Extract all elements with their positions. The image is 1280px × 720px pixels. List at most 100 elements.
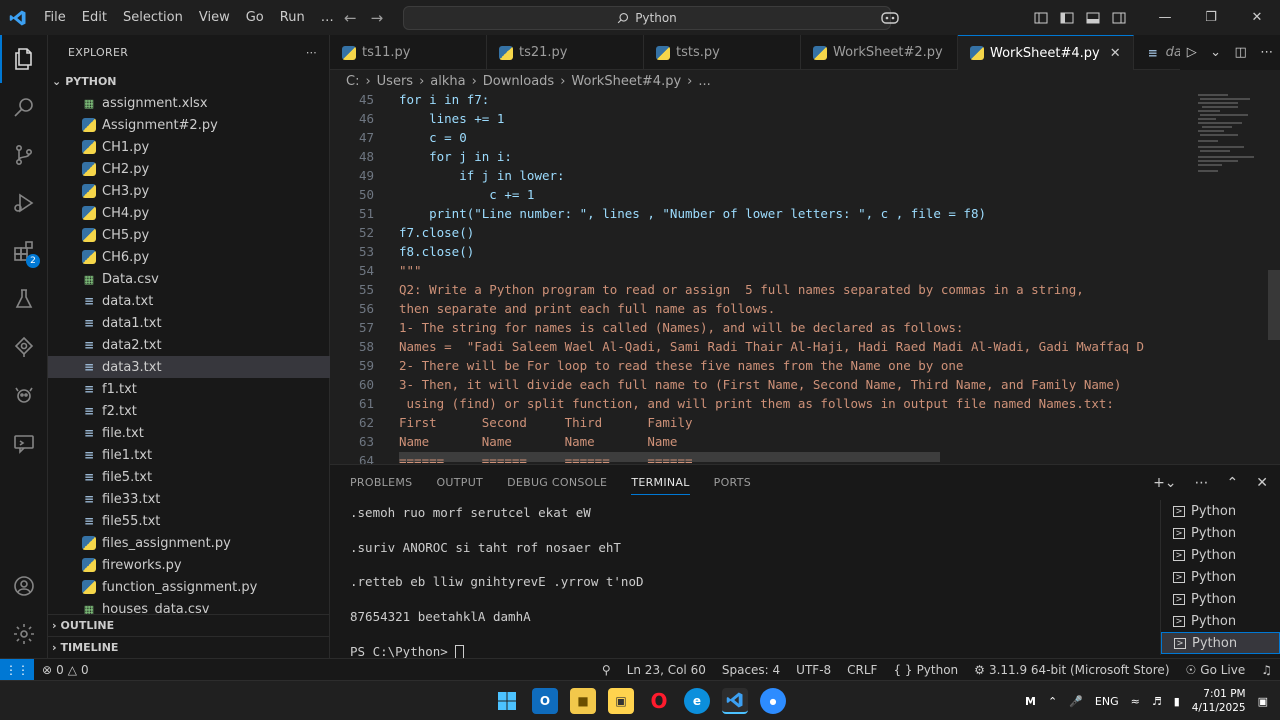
account-icon[interactable] bbox=[0, 562, 48, 610]
volume-icon[interactable]: ♬ bbox=[1152, 695, 1162, 708]
editor-tab[interactable]: ts11.py bbox=[330, 35, 487, 70]
chat-icon[interactable] bbox=[0, 419, 48, 467]
settings-gear-icon[interactable] bbox=[0, 610, 48, 658]
remote-indicator-icon[interactable]: ⋮⋮ bbox=[0, 658, 34, 681]
terminal-instance[interactable]: > Python bbox=[1161, 632, 1280, 654]
file-item[interactable]: function_assignment.py bbox=[48, 576, 330, 598]
command-center-search[interactable]: Python bbox=[403, 6, 891, 30]
breadcrumb-item[interactable]: Downloads bbox=[483, 74, 554, 89]
new-terminal-icon[interactable]: +⌄ bbox=[1153, 475, 1176, 491]
run-debug-icon[interactable] bbox=[0, 179, 48, 227]
file-item[interactable]: ▦ assignment.xlsx bbox=[48, 92, 330, 114]
timeline-section[interactable]: › TIMELINE bbox=[48, 636, 330, 658]
microphone-icon[interactable]: 🎤 bbox=[1069, 695, 1083, 708]
file-item[interactable]: CH1.py bbox=[48, 136, 330, 158]
file-item[interactable]: ≡ data1.txt bbox=[48, 312, 330, 334]
close-window-icon[interactable]: ✕ bbox=[1234, 0, 1280, 35]
notifications-bell-icon[interactable]: ♫ bbox=[1253, 663, 1280, 677]
breadcrumb-item[interactable]: Users bbox=[377, 74, 413, 89]
line-ending[interactable]: CRLF bbox=[839, 663, 885, 677]
outlook-icon[interactable]: O bbox=[532, 688, 558, 714]
terminal-instance[interactable]: > Python bbox=[1161, 522, 1280, 544]
chevron-down-icon[interactable]: ⌄ bbox=[1210, 45, 1221, 60]
more-actions-icon[interactable]: ⋯ bbox=[1260, 45, 1273, 60]
forward-arrow-icon[interactable]: → bbox=[371, 9, 384, 27]
file-item[interactable]: files_assignment.py bbox=[48, 532, 330, 554]
panel-tab-problems[interactable]: PROBLEMS bbox=[350, 476, 412, 489]
terminal-instance[interactable]: > Python bbox=[1161, 500, 1280, 522]
notification-icon[interactable]: ▣ bbox=[1258, 695, 1268, 708]
file-item[interactable]: CH4.py bbox=[48, 202, 330, 224]
file-item[interactable]: ≡ file5.txt bbox=[48, 466, 330, 488]
explorer-icon[interactable] bbox=[0, 35, 48, 83]
encoding[interactable]: UTF-8 bbox=[788, 663, 839, 677]
editor-scrollbar[interactable] bbox=[1268, 270, 1280, 340]
file-item[interactable]: CH6.py bbox=[48, 246, 330, 268]
tray-chevron-up-icon[interactable]: ⌃ bbox=[1048, 695, 1057, 708]
customize-layout-icon[interactable] bbox=[1028, 0, 1054, 35]
back-arrow-icon[interactable]: ← bbox=[344, 9, 357, 27]
zoom-app-icon[interactable]: ● bbox=[760, 688, 786, 714]
terminal-instance[interactable]: > Python bbox=[1161, 544, 1280, 566]
battery-icon[interactable]: ▮ bbox=[1174, 695, 1180, 708]
file-item[interactable]: CH2.py bbox=[48, 158, 330, 180]
file-item[interactable]: CH3.py bbox=[48, 180, 330, 202]
file-item[interactable]: ≡ f1.txt bbox=[48, 378, 330, 400]
extensions-icon[interactable]: 2 bbox=[0, 227, 48, 275]
code-editor[interactable]: 45 for i in f7: 46 lines += 1 47 c = 0 48 fo… bbox=[330, 90, 1280, 464]
run-python-icon[interactable]: ▷ bbox=[1187, 45, 1197, 60]
file-item[interactable]: ≡ file33.txt bbox=[48, 488, 330, 510]
editor-tab[interactable]: WorkSheet#4.py ✕ bbox=[958, 35, 1134, 70]
panel-tab-ports[interactable]: PORTS bbox=[714, 476, 751, 489]
menu-run[interactable]: Run bbox=[272, 0, 313, 35]
file-item[interactable]: ≡ file1.txt bbox=[48, 444, 330, 466]
input-language[interactable]: ENG bbox=[1095, 695, 1119, 708]
file-item[interactable]: ≡ f2.txt bbox=[48, 400, 330, 422]
restore-icon[interactable]: ❐ bbox=[1188, 0, 1234, 35]
store-icon[interactable]: ▣ bbox=[608, 688, 634, 714]
file-item[interactable]: ≡ data2.txt bbox=[48, 334, 330, 356]
menu-go[interactable]: Go bbox=[238, 0, 272, 35]
outline-section[interactable]: › OUTLINE bbox=[48, 614, 330, 636]
toggle-panel-icon[interactable] bbox=[1080, 0, 1106, 35]
file-item[interactable]: ▦ houses_data.csv bbox=[48, 598, 330, 615]
terminal-instance[interactable]: > Python bbox=[1161, 566, 1280, 588]
testing-icon[interactable] bbox=[0, 275, 48, 323]
toggle-sidebar-icon[interactable] bbox=[1054, 0, 1080, 35]
editor-tab[interactable]: tsts.py bbox=[644, 35, 801, 70]
folder-header[interactable]: ⌄ PYTHON bbox=[48, 70, 329, 92]
panel-tab-debug-console[interactable]: DEBUG CONSOLE bbox=[507, 476, 607, 489]
remote-explorer-icon[interactable] bbox=[0, 323, 48, 371]
language-mode[interactable]: { } Python bbox=[885, 663, 966, 677]
minimize-icon[interactable]: — bbox=[1142, 0, 1188, 35]
source-control-icon[interactable] bbox=[0, 131, 48, 179]
file-item[interactable]: ≡ file.txt bbox=[48, 422, 330, 444]
file-item[interactable]: ≡ data3.txt bbox=[48, 356, 330, 378]
github-copilot-icon[interactable] bbox=[0, 371, 48, 419]
opera-icon[interactable]: O bbox=[646, 688, 672, 714]
indentation[interactable]: Spaces: 4 bbox=[714, 663, 788, 677]
file-item[interactable]: CH5.py bbox=[48, 224, 330, 246]
cursor-position[interactable]: Ln 23, Col 60 bbox=[619, 663, 714, 677]
terminal-output[interactable]: .semoh ruo morf serutcel ekat eW .suriv A… bbox=[350, 503, 1150, 676]
clock[interactable]: 7:01 PM 4/11/2025 bbox=[1192, 687, 1246, 715]
menu-selection[interactable]: Selection bbox=[115, 0, 191, 35]
file-item[interactable]: ▦ Data.csv bbox=[48, 268, 330, 290]
terminal-instance[interactable]: > Python bbox=[1161, 610, 1280, 632]
wifi-icon[interactable]: ≈ bbox=[1131, 695, 1140, 708]
breadcrumb-item[interactable]: alkha bbox=[430, 74, 465, 89]
menu-more[interactable]: … bbox=[313, 0, 342, 35]
close-tab-icon[interactable]: ✕ bbox=[1110, 46, 1121, 61]
menu-edit[interactable]: Edit bbox=[74, 0, 115, 35]
close-panel-icon[interactable]: ✕ bbox=[1256, 475, 1268, 491]
tray-app-icon[interactable]: M bbox=[1025, 695, 1036, 708]
search-icon[interactable] bbox=[0, 83, 48, 131]
file-item[interactable]: ≡ file55.txt bbox=[48, 510, 330, 532]
terminal-instance[interactable]: > Python bbox=[1161, 588, 1280, 610]
menu-view[interactable]: View bbox=[191, 0, 238, 35]
file-item[interactable]: Assignment#2.py bbox=[48, 114, 330, 136]
menu-file[interactable]: File bbox=[36, 0, 74, 35]
file-item[interactable]: ≡ data.txt bbox=[48, 290, 330, 312]
panel-tab-terminal[interactable]: TERMINAL bbox=[631, 476, 690, 495]
panel-tab-output[interactable]: OUTPUT bbox=[436, 476, 483, 489]
